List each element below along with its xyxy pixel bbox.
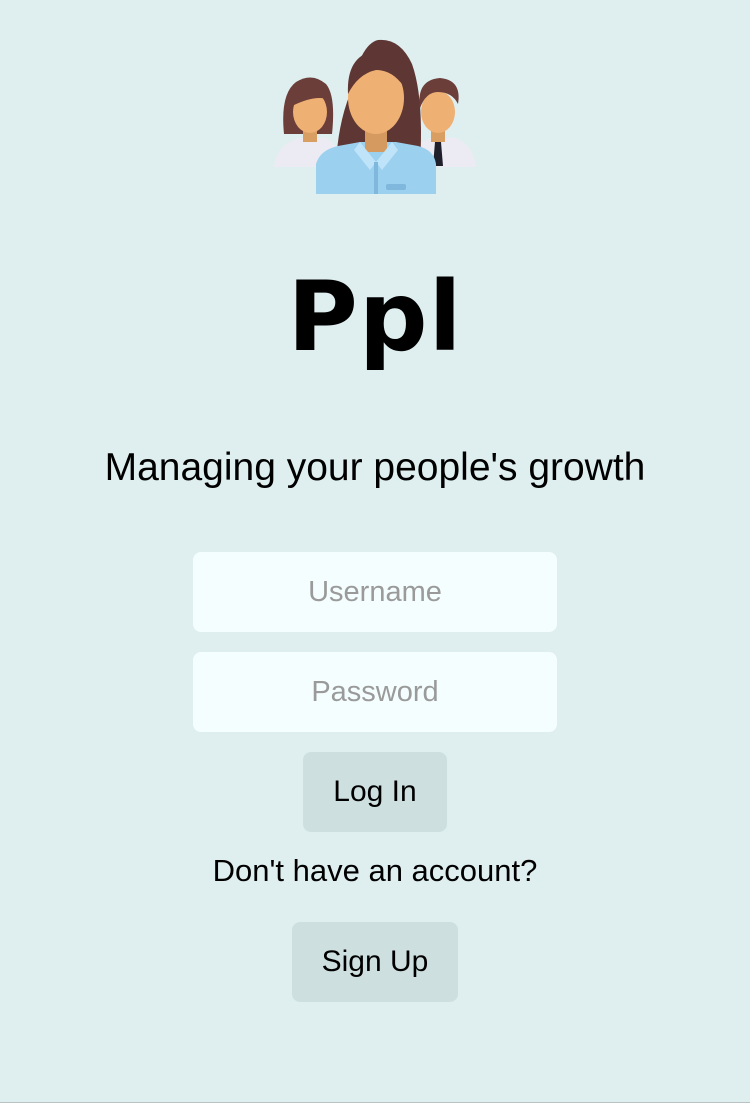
password-input[interactable]	[193, 652, 557, 732]
login-screen: Ppl Managing your people's growth Log In…	[0, 0, 750, 1103]
people-group-icon	[270, 34, 480, 199]
app-tagline: Managing your people's growth	[104, 446, 646, 489]
center-person-figure	[316, 39, 436, 194]
username-input[interactable]	[193, 552, 557, 632]
login-button[interactable]: Log In	[303, 752, 447, 832]
app-title: Ppl	[287, 261, 463, 373]
signup-prompt: Don't have an account?	[212, 853, 538, 888]
signup-button[interactable]: Sign Up	[292, 922, 458, 1002]
